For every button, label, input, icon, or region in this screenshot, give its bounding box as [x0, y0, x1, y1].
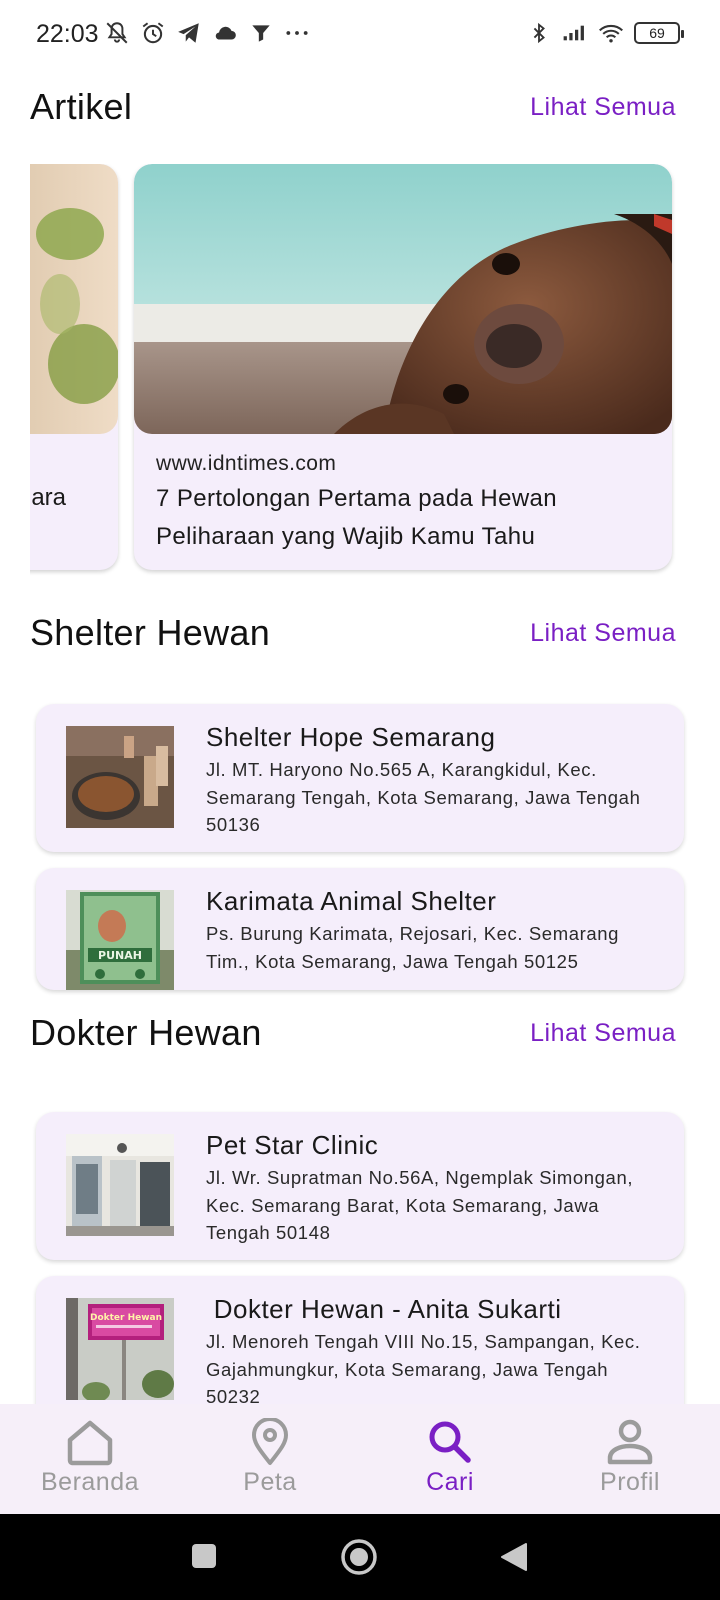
article-source: www.idntimes.com [156, 452, 337, 475]
nav-item-cari[interactable]: Cari [360, 1404, 540, 1514]
person-icon [604, 1418, 656, 1466]
bottom-navigation: Beranda Peta Cari Profil [0, 1404, 720, 1514]
vet-address: Jl. Wr. Supratman No.56A, Ngemplak Simon… [206, 1167, 634, 1243]
back-button[interactable] [500, 1542, 528, 1577]
cloud-icon [212, 20, 238, 46]
bluetooth-icon [526, 20, 552, 46]
vet-card[interactable]: Pet Star Clinic Jl. Wr. Supratman No.56A… [36, 1112, 684, 1260]
artikel-title: Artikel [30, 86, 133, 127]
article-card[interactable]: ara [30, 164, 118, 570]
alarm-icon [140, 20, 166, 46]
home-icon [64, 1418, 116, 1466]
status-time: 22:03 [36, 20, 99, 48]
signal-icon [562, 20, 588, 46]
svg-text:PUNAH: PUNAH [98, 949, 142, 962]
vet-thumbnail: Dokter Hewan [66, 1298, 174, 1400]
shelter-card[interactable]: Shelter Hope Semarang Jl. MT. Haryono No… [36, 704, 684, 852]
article-carousel[interactable]: ara www.idntimes.com 7 Pertolongan Perta… [30, 164, 720, 584]
status-bar: 22:03 69 [0, 0, 720, 70]
nav-item-profil[interactable]: Profil [540, 1404, 720, 1514]
dokter-title: Dokter Hewan [30, 1012, 262, 1053]
vet-card[interactable]: Dokter Hewan Dokter Hewan - Anita Sukart… [36, 1276, 684, 1424]
shelter-name: Karimata Animal Shelter [206, 886, 497, 916]
filter-icon [248, 20, 274, 46]
svg-text:Dokter Hewan: Dokter Hewan [90, 1313, 162, 1323]
nav-item-beranda[interactable]: Beranda [0, 1404, 180, 1514]
shelter-see-all-link[interactable]: Lihat Semua [530, 619, 676, 648]
nav-label: Beranda [40, 1468, 140, 1496]
nav-label: Peta [243, 1468, 297, 1496]
artikel-header: Artikel Lihat Semua [30, 86, 676, 128]
shelter-address: Jl. MT. Haryono No.565 A, Karangkidul, K… [206, 759, 641, 835]
shelter-title: Shelter Hewan [30, 612, 271, 653]
map-pin-icon [244, 1418, 296, 1466]
article-card[interactable]: www.idntimes.com 7 Pertolongan Pertama p… [134, 164, 672, 570]
shelter-thumbnail: PUNAH [66, 890, 174, 990]
system-navigation-bar [0, 1514, 720, 1600]
dokter-header: Dokter Hewan Lihat Semua [30, 1012, 676, 1054]
battery-icon: 69 [634, 22, 684, 44]
wifi-icon [598, 20, 624, 46]
artikel-see-all-link[interactable]: Lihat Semua [530, 93, 676, 122]
screen: 22:03 69 Artikel Lihat Semua ara www.idn… [0, 0, 720, 1600]
shelter-name: Shelter Hope Semarang [206, 722, 496, 752]
shelter-address: Ps. Burung Karimata, Rejosari, Kec. Sema… [206, 923, 620, 972]
nav-label: Cari [426, 1468, 474, 1496]
home-button[interactable] [340, 1538, 378, 1581]
vet-name: Dokter Hewan - Anita Sukarti [206, 1294, 562, 1324]
shelter-thumbnail [66, 726, 174, 828]
nav-item-peta[interactable]: Peta [180, 1404, 360, 1514]
bell-muted-icon [104, 20, 130, 46]
nav-label: Profil [600, 1468, 660, 1496]
article-title: 7 Pertolongan Pertama pada Hewan Pelihar… [156, 485, 558, 550]
article-image-dog [134, 164, 672, 434]
vet-thumbnail [66, 1134, 174, 1236]
vet-address: Jl. Menoreh Tengah VIII No.15, Sampangan… [206, 1331, 641, 1407]
search-icon [424, 1418, 476, 1466]
more-icon [284, 20, 310, 46]
article-title-partial: ara [31, 484, 66, 511]
article-image [30, 164, 118, 434]
vet-name: Pet Star Clinic [206, 1130, 379, 1160]
shelter-header: Shelter Hewan Lihat Semua [30, 612, 676, 654]
dokter-see-all-link[interactable]: Lihat Semua [530, 1019, 676, 1048]
recents-button[interactable] [190, 1542, 218, 1575]
telegram-icon [176, 20, 202, 46]
shelter-card[interactable]: PUNAH Karimata Animal Shelter Ps. Burung… [36, 868, 684, 990]
